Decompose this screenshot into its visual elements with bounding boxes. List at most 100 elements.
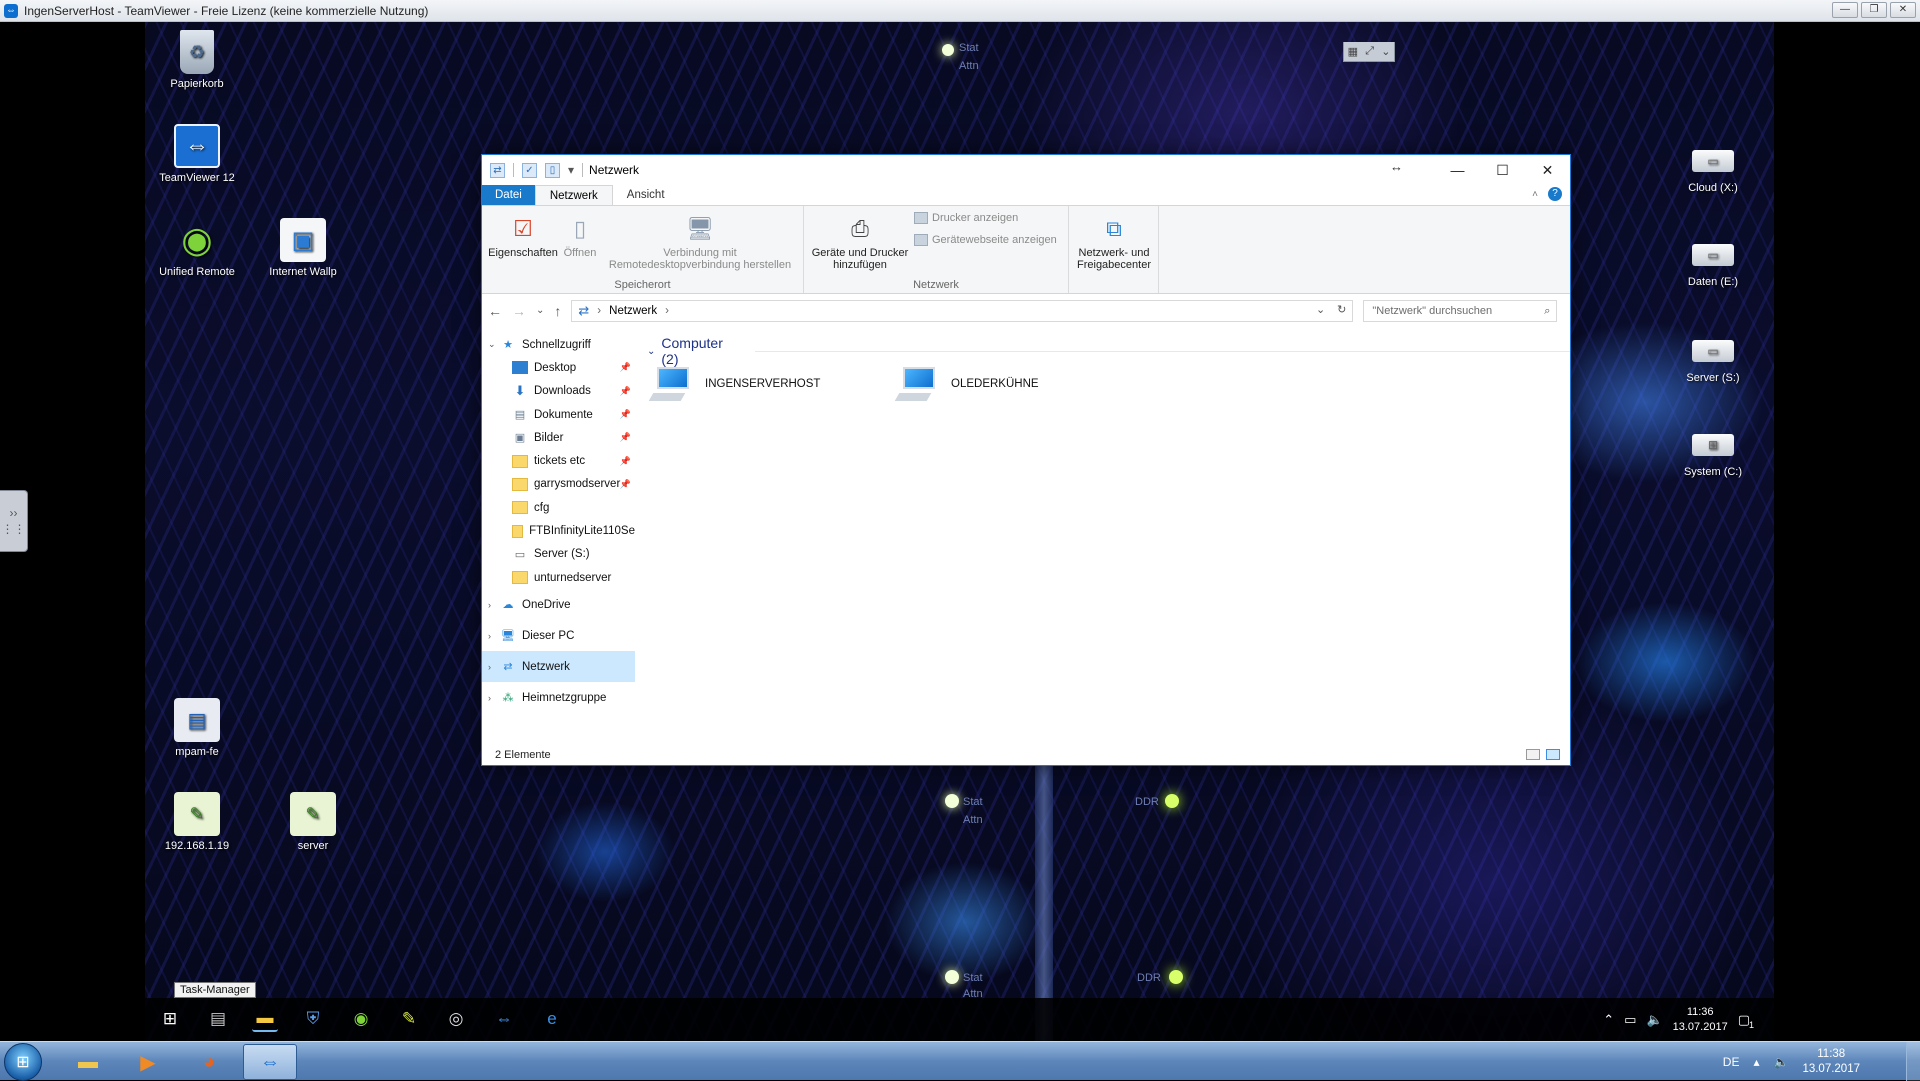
- breadcrumb-separator-icon[interactable]: ›: [665, 305, 669, 317]
- firefox-icon[interactable]: ◕: [182, 1044, 236, 1080]
- desktop-icon-mpam-fe[interactable]: ▤ mpam-fe: [151, 698, 243, 758]
- network-tray-icon[interactable]: ▭: [1624, 1012, 1636, 1028]
- language-indicator[interactable]: DE: [1723, 1055, 1740, 1069]
- chevron-down-icon[interactable]: ⌄: [488, 339, 500, 350]
- nav-item-folder[interactable]: unturnedserver: [482, 566, 635, 589]
- desktop-icon-internet-wallpaper[interactable]: ▣ Internet Wallp: [261, 218, 345, 278]
- chevron-up-icon[interactable]: ⌃: [1603, 1012, 1614, 1028]
- chevron-right-icon[interactable]: ›: [488, 662, 500, 672]
- action-center-icon[interactable]: ▢ 1: [1738, 1012, 1754, 1030]
- teamviewer-close-button[interactable]: ✕: [1890, 2, 1916, 18]
- file-explorer-icon[interactable]: ▬: [252, 1006, 278, 1032]
- volume-icon[interactable]: 🔈: [1773, 1055, 1788, 1069]
- tab-network[interactable]: Netzwerk: [534, 185, 613, 205]
- nav-item-network[interactable]: › ⇄ Netzwerk: [482, 651, 635, 683]
- nav-item-folder[interactable]: garrysmodserver 📌: [482, 473, 635, 496]
- computer-item[interactable]: OLEDERKÜHNE: [894, 365, 1039, 403]
- teamviewer-icon[interactable]: ⇔: [491, 1006, 517, 1032]
- address-dropdown-icon[interactable]: ⌄: [1316, 303, 1325, 316]
- nav-item-server-drive[interactable]: ▭ Server (S:): [482, 543, 635, 566]
- add-devices-button[interactable]: ⎙ Geräte und Drucker hinzufügen: [808, 214, 912, 272]
- desktop-icon-script-server[interactable]: ✎ server: [267, 792, 359, 852]
- group-header[interactable]: ⌄ Computer (2): [647, 335, 1570, 367]
- script-file-icon: ✎: [290, 792, 336, 836]
- refresh-icon[interactable]: ↻: [1337, 303, 1346, 316]
- explorer-taskbar-button[interactable]: ▬: [61, 1044, 115, 1080]
- show-device-webpage-button[interactable]: Gerätewebseite anzeigen: [914, 234, 1057, 246]
- defender-shield-icon[interactable]: ⛨: [300, 1006, 326, 1032]
- desktop-icon-system-drive[interactable]: ⊞ System (C:): [1667, 420, 1759, 478]
- tab-file[interactable]: Datei: [482, 185, 535, 205]
- chevron-up-icon[interactable]: ▴: [1753, 1055, 1759, 1069]
- customize-quick-access-icon[interactable]: ▾: [568, 163, 574, 177]
- nav-item-downloads[interactable]: ⬇ Downloads 📌: [482, 380, 635, 403]
- nav-item-folder[interactable]: FTBInfinityLite110Se: [482, 519, 635, 542]
- tab-view[interactable]: Ansicht: [613, 185, 679, 205]
- nav-item-quick-access[interactable]: ⌄ ★ Schnellzugriff: [482, 333, 635, 356]
- open-button[interactable]: ▯ Öffnen: [560, 214, 600, 260]
- search-input[interactable]: "Netzwerk" durchsuchen ⌕: [1363, 299, 1558, 322]
- volume-icon[interactable]: 🔈: [1646, 1012, 1662, 1028]
- explorer-minimize-button[interactable]: —: [1435, 155, 1480, 185]
- address-field[interactable]: ⇄ › Netzwerk › ⌄ ↻: [571, 299, 1354, 322]
- windows-start-icon[interactable]: ⊞: [157, 1006, 183, 1032]
- remote-clock[interactable]: 11:36 13.07.2017: [1673, 1005, 1728, 1035]
- desktop-icon-cloud-drive[interactable]: ▭ Cloud (X:): [1667, 136, 1759, 194]
- large-icons-view-icon[interactable]: [1546, 749, 1560, 760]
- open-button-label: Öffnen: [563, 247, 597, 259]
- nav-item-this-pc[interactable]: › 🖥 Dieser PC: [482, 620, 635, 651]
- media-player-icon[interactable]: ▶: [121, 1044, 175, 1080]
- explorer-close-button[interactable]: ✕: [1525, 155, 1570, 185]
- teamviewer-minimize-button[interactable]: —: [1832, 2, 1858, 18]
- computer-item[interactable]: INGENSERVERHOST: [648, 365, 821, 403]
- local-clock[interactable]: 11:38 13.07.2017: [1802, 1047, 1860, 1077]
- up-arrow-icon[interactable]: ↑: [554, 303, 561, 319]
- teamviewer-toolbar-handle[interactable]: ▦ ⤢ ⌄: [1343, 42, 1395, 62]
- explorer-maximize-button[interactable]: ☐: [1480, 155, 1525, 185]
- forward-arrow-icon[interactable]: →: [512, 303, 526, 319]
- properties-button[interactable]: ☑ Eigenschaften: [488, 214, 558, 260]
- new-folder-quick-icon[interactable]: ▯: [545, 162, 560, 178]
- unified-remote-icon[interactable]: ◉: [348, 1006, 374, 1032]
- edge-browser-icon[interactable]: e: [539, 1006, 565, 1032]
- show-printers-button[interactable]: Drucker anzeigen: [914, 212, 1018, 224]
- chevron-right-icon[interactable]: ›: [488, 693, 500, 703]
- back-arrow-icon[interactable]: ←: [488, 303, 502, 319]
- desktop-icon-data-drive[interactable]: ▭ Daten (E:): [1667, 230, 1759, 288]
- help-icon[interactable]: ?: [1548, 187, 1562, 201]
- nav-item-pictures[interactable]: ▣ Bilder 📌: [482, 426, 635, 449]
- ribbon-group-network: ⎙ Geräte und Drucker hinzufügen Drucker …: [804, 206, 1069, 293]
- show-desktop-button[interactable]: [1906, 1042, 1920, 1081]
- nav-item-documents[interactable]: ▤ Dokumente 📌: [482, 403, 635, 426]
- chevron-down-icon[interactable]: ⌄: [647, 346, 655, 357]
- desktop-icon-teamviewer[interactable]: ⇔ TeamViewer 12: [151, 124, 243, 184]
- teamviewer-side-panel-handle[interactable]: ›› ⋮⋮: [0, 490, 28, 552]
- desktop-icon-recycle-bin[interactable]: ♻ Papierkorb: [151, 30, 243, 90]
- nav-item-folder[interactable]: tickets etc 📌: [482, 449, 635, 472]
- notification-count: 1: [1748, 1019, 1754, 1030]
- desktop-icon-script-ip[interactable]: ✎ 192.168.1.19: [151, 792, 243, 852]
- nav-item-folder[interactable]: cfg: [482, 496, 635, 519]
- windows-start-orb-icon[interactable]: ⊞: [4, 1043, 42, 1081]
- breadcrumb-network[interactable]: Netzwerk: [609, 305, 657, 317]
- network-sharing-center-button[interactable]: ⧉ Netzwerk- und Freigabecenter: [1073, 214, 1155, 272]
- nav-item-homegroup[interactable]: › ⁂ Heimnetzgruppe: [482, 682, 635, 713]
- nav-item-onedrive[interactable]: › ☁ OneDrive: [482, 589, 635, 620]
- task-manager-icon[interactable]: ▤: [205, 1006, 231, 1032]
- teamviewer-restore-button[interactable]: ❐: [1861, 2, 1887, 18]
- recent-locations-icon[interactable]: ⌄: [536, 305, 544, 316]
- script-app-icon[interactable]: ✎: [396, 1006, 422, 1032]
- remote-desktop-connect-button[interactable]: 🖥 Verbindung mit Remotedesktopverbindung…: [602, 214, 798, 272]
- desktop-icon-server-drive[interactable]: ▭ Server (S:): [1667, 326, 1759, 384]
- computer-name: INGENSERVERHOST: [705, 378, 821, 390]
- nav-item-desktop[interactable]: Desktop 📌: [482, 356, 635, 379]
- teamviewer-taskbar-button[interactable]: ⇔: [243, 1044, 297, 1080]
- collapse-ribbon-icon[interactable]: ˄: [1532, 189, 1538, 200]
- chevron-right-icon[interactable]: ›: [488, 631, 500, 641]
- desktop-icon-unified-remote[interactable]: ◉ Unified Remote: [151, 218, 243, 278]
- desktop-icon-label: mpam-fe: [175, 746, 219, 758]
- spotify-icon[interactable]: ◎: [443, 1006, 469, 1032]
- details-view-icon[interactable]: [1526, 749, 1540, 760]
- chevron-right-icon[interactable]: ›: [488, 600, 500, 610]
- properties-quick-icon[interactable]: ✓: [522, 162, 537, 178]
